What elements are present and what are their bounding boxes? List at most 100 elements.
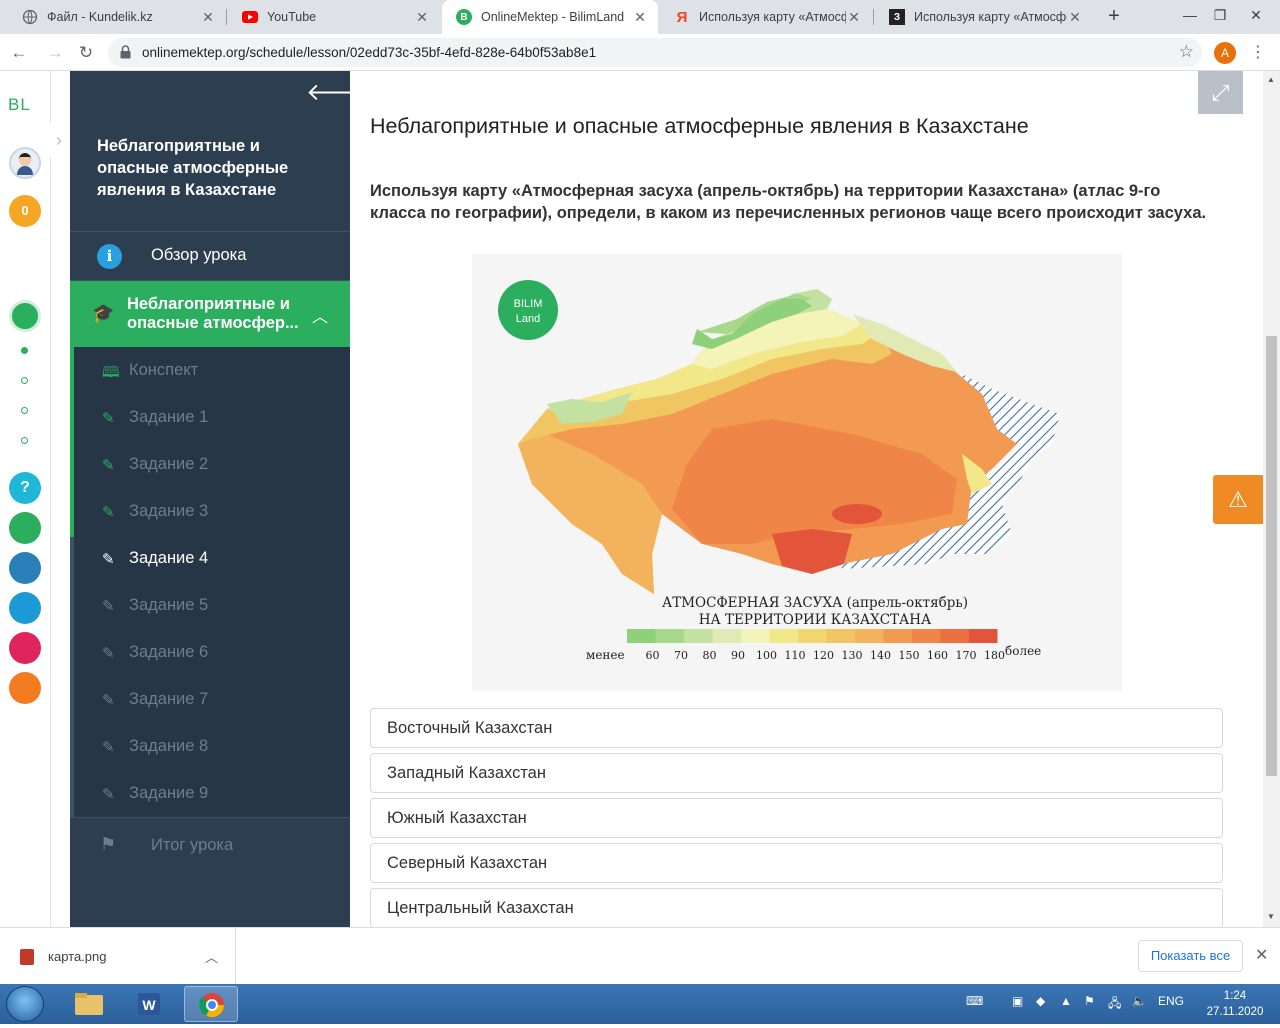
legend-tick-label: 150 (899, 649, 920, 662)
legend-tick-label: 60 (646, 649, 660, 662)
language-indicator[interactable]: ENG (1158, 994, 1184, 1008)
sidebar-item-task-7[interactable]: ✎ Задание 7 (70, 676, 347, 723)
profile-avatar[interactable]: A (1214, 42, 1236, 64)
sidebar-item-task-1[interactable]: ✎ Задание 1 (70, 394, 347, 441)
tray-app-icon[interactable]: ◆ (1036, 994, 1045, 1008)
yandex-icon: Я (676, 8, 688, 26)
chevron-up-icon[interactable]: ︿ (205, 947, 218, 966)
bilimbook-icon[interactable] (9, 552, 41, 584)
scrollbar-thumb[interactable] (1266, 336, 1277, 776)
lesson-overview-item[interactable]: i Обзор урока (70, 231, 350, 281)
progress-dot (21, 407, 28, 414)
tab-znanija[interactable]: З Используя карту «Атмосфе ✕ (875, 0, 1093, 34)
reload-icon[interactable]: ↻ (73, 40, 99, 66)
answer-option-central[interactable]: Центральный Казахстан (370, 888, 1223, 927)
page-scrollbar[interactable]: ▲ ▼ (1263, 71, 1280, 927)
close-tab-icon[interactable]: ✕ (846, 9, 862, 26)
lock-icon (120, 45, 131, 59)
kazakhstan-drought-map (518, 289, 1060, 594)
show-all-downloads-button[interactable]: Показать все (1138, 940, 1243, 972)
legend-tick-label: 130 (842, 649, 863, 662)
legend-swatch (741, 629, 770, 643)
download-item[interactable]: карта.png ︿ (0, 928, 236, 985)
new-tab-button[interactable]: + (1102, 5, 1126, 29)
legend-swatch (883, 629, 912, 643)
explorer-app-icon[interactable] (62, 986, 116, 1022)
close-tab-icon[interactable]: ✕ (414, 9, 430, 26)
close-downloads-icon[interactable]: ✕ (1255, 945, 1268, 965)
url-bar[interactable]: onlinemektep.org/schedule/lesson/02edd73… (108, 38, 1202, 67)
sidebar-item-summary[interactable]: 🕮 Конспект (70, 347, 347, 394)
bilimland-map-logo: BILIM Land (498, 280, 558, 340)
sidebar-item-task-2[interactable]: ✎ Задание 2 (70, 441, 347, 488)
keyboard-icon[interactable]: ⌨ (966, 994, 983, 1008)
report-warning-icon[interactable]: ⚠ (1213, 475, 1263, 524)
test-icon[interactable] (9, 592, 41, 624)
browser-tab-bar: Файл - Kundelik.kz ✕ YouTube ✕ B OnlineM… (0, 0, 1280, 34)
legend-tick-label: 100 (756, 649, 777, 662)
tab-yandex[interactable]: Я Используя карту «Атмосфе ✕ (660, 0, 872, 34)
imagine-icon[interactable] (9, 672, 41, 704)
twig-icon[interactable] (9, 632, 41, 664)
scroll-up-icon[interactable]: ▲ (1267, 75, 1275, 84)
lesson-section-item[interactable]: 🎓 Неблагоприятные и опасные атмосфер... … (70, 281, 350, 347)
lesson-result-item[interactable]: ⚑ Итог урока (70, 817, 350, 871)
legend-more-label: более (1005, 644, 1041, 658)
user-avatar[interactable] (9, 147, 41, 179)
bilimland-logo[interactable]: BL (8, 95, 31, 115)
progress-dot (21, 377, 28, 384)
restore-icon[interactable]: ❐ (1200, 0, 1240, 34)
chevron-up-icon[interactable]: ︿ (312, 303, 328, 327)
sidebar-item-task-5[interactable]: ✎ Задание 5 (70, 582, 347, 629)
info-icon: i (97, 244, 122, 269)
tray-app-icon[interactable]: ▣ (1012, 994, 1023, 1008)
browser-menu-icon[interactable]: ⋮ (1250, 42, 1266, 62)
map-title-line-1: АТМОСФЕРНАЯ ЗАСУХА (апрель-октябрь) (662, 595, 968, 611)
fullscreen-expand-icon[interactable]: ⤢ (1198, 71, 1243, 114)
answer-option-east[interactable]: Восточный Казахстан (370, 708, 1223, 748)
edit-icon: ✎ (102, 551, 115, 568)
legend-tick-label: 180 (984, 649, 1005, 662)
sidebar-item-task-9[interactable]: ✎ Задание 9 (70, 770, 347, 817)
sidebar-item-task-8[interactable]: ✎ Задание 8 (70, 723, 347, 770)
forward-icon[interactable]: → (42, 40, 68, 66)
close-tab-icon[interactable]: ✕ (632, 9, 648, 26)
answer-option-west[interactable]: Западный Казахстан (370, 753, 1223, 793)
expand-sidebar-chevron-icon[interactable]: › (46, 123, 72, 157)
answer-option-south[interactable]: Южный Казахстан (370, 798, 1223, 838)
chrome-app-icon[interactable] (184, 986, 238, 1022)
back-icon[interactable]: ← (6, 40, 32, 66)
window-close-icon[interactable]: ✕ (1236, 0, 1276, 34)
legend-swatch (627, 629, 656, 643)
sidebar-item-task-4[interactable]: ✎ Задание 4 (70, 535, 347, 582)
scroll-down-icon[interactable]: ▼ (1267, 912, 1275, 921)
bookmark-star-icon[interactable]: ☆ (1179, 42, 1194, 62)
close-tab-icon[interactable]: ✕ (1067, 9, 1083, 26)
bilimland-app-icon[interactable] (9, 512, 41, 544)
downloads-bar: карта.png ︿ Показать все ✕ (0, 927, 1280, 985)
legend-less-label: менее (586, 648, 625, 662)
system-clock[interactable]: 1:24 27.11.2020 (1200, 988, 1270, 1020)
help-icon[interactable]: ? (9, 472, 41, 504)
start-button[interactable] (6, 986, 44, 1022)
onlinemektep-icon[interactable] (9, 300, 41, 332)
sidebar-item-task-3[interactable]: ✎ Задание 3 (70, 488, 347, 535)
action-center-flag-icon[interactable]: ⚑ (1084, 994, 1095, 1008)
page-title: Неблагоприятные и опасные атмосферные яв… (370, 114, 1029, 138)
score-badge: 0 (9, 195, 41, 227)
question-text: Используя карту «Атмосферная засуха (апр… (370, 182, 1207, 222)
legend-tick-label: 120 (813, 649, 834, 662)
tab-onlinemektep[interactable]: B OnlineMektep - BilimLand ✕ (442, 0, 658, 34)
tab-kundelik[interactable]: Файл - Kundelik.kz ✕ (8, 0, 226, 34)
tray-app-icon[interactable]: ▲ (1060, 994, 1072, 1008)
word-app-icon[interactable]: W (122, 986, 176, 1022)
book-icon: 🕮 (102, 364, 120, 381)
answer-option-north[interactable]: Северный Казахстан (370, 843, 1223, 883)
edit-icon: ✎ (102, 645, 115, 662)
tab-youtube[interactable]: YouTube ✕ (228, 0, 440, 34)
volume-icon[interactable]: 🔈 (1132, 994, 1147, 1008)
close-tab-icon[interactable]: ✕ (200, 9, 216, 26)
network-icon[interactable]: 🖧 (1108, 994, 1121, 1015)
sidebar-item-task-6[interactable]: ✎ Задание 6 (70, 629, 347, 676)
image-file-icon (20, 949, 34, 965)
